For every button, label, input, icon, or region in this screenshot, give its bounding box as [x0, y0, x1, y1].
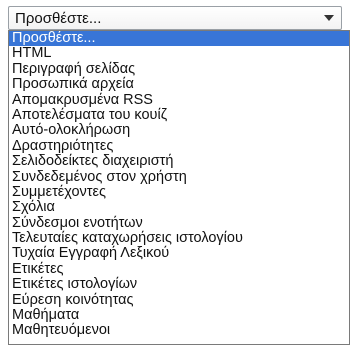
select-value: Προσθέστε... [15, 10, 102, 27]
option-mentees[interactable]: Μαθητευόμενοι [9, 323, 349, 339]
option-activities[interactable]: Δραστηριότητες [9, 138, 349, 154]
option-private-files[interactable]: Προσωπικά αρχεία [9, 76, 349, 92]
option-quiz-results[interactable]: Αποτελέσματα του κουίζ [9, 107, 349, 123]
block-select[interactable]: Προσθέστε... [8, 6, 342, 30]
option-participants[interactable]: Συμμετέχοντες [9, 184, 349, 200]
option-blog-tags[interactable]: Ετικέτες ιστολογίων [9, 276, 349, 292]
option-logged-in-user[interactable]: Συνδεδεμένος στον χρήστη [9, 169, 349, 185]
option-self-completion[interactable]: Αυτό-ολοκλήρωση [9, 122, 349, 138]
option-add[interactable]: Προσθέστε... [9, 31, 349, 47]
chevron-down-icon[interactable] [320, 10, 338, 26]
option-admin-bookmarks[interactable]: Σελιδοδείκτες διαχειριστή [9, 153, 349, 169]
option-page-description[interactable]: Περιγραφή σελίδας [9, 61, 349, 77]
option-latest-blog-entries[interactable]: Τελευταίες καταχωρήσεις ιστολογίου [9, 230, 349, 246]
option-tags[interactable]: Ετικέτες [9, 261, 349, 277]
option-html[interactable]: HTML [9, 45, 349, 61]
option-random-glossary-entry[interactable]: Τυχαία Εγγραφή Λεξικού [9, 246, 349, 262]
option-section-links[interactable]: Σύνδεσμοι ενοτήτων [9, 215, 349, 231]
option-community-finder[interactable]: Εύρεση κοινότητας [9, 292, 349, 308]
option-comments[interactable]: Σχόλια [9, 199, 349, 215]
option-courses[interactable]: Μαθήματα [9, 307, 349, 323]
dropdown-list: Προσθέστε... HTML Περιγραφή σελίδας Προσ… [8, 30, 350, 345]
option-remote-rss[interactable]: Απομακρυσμένα RSS [9, 92, 349, 108]
